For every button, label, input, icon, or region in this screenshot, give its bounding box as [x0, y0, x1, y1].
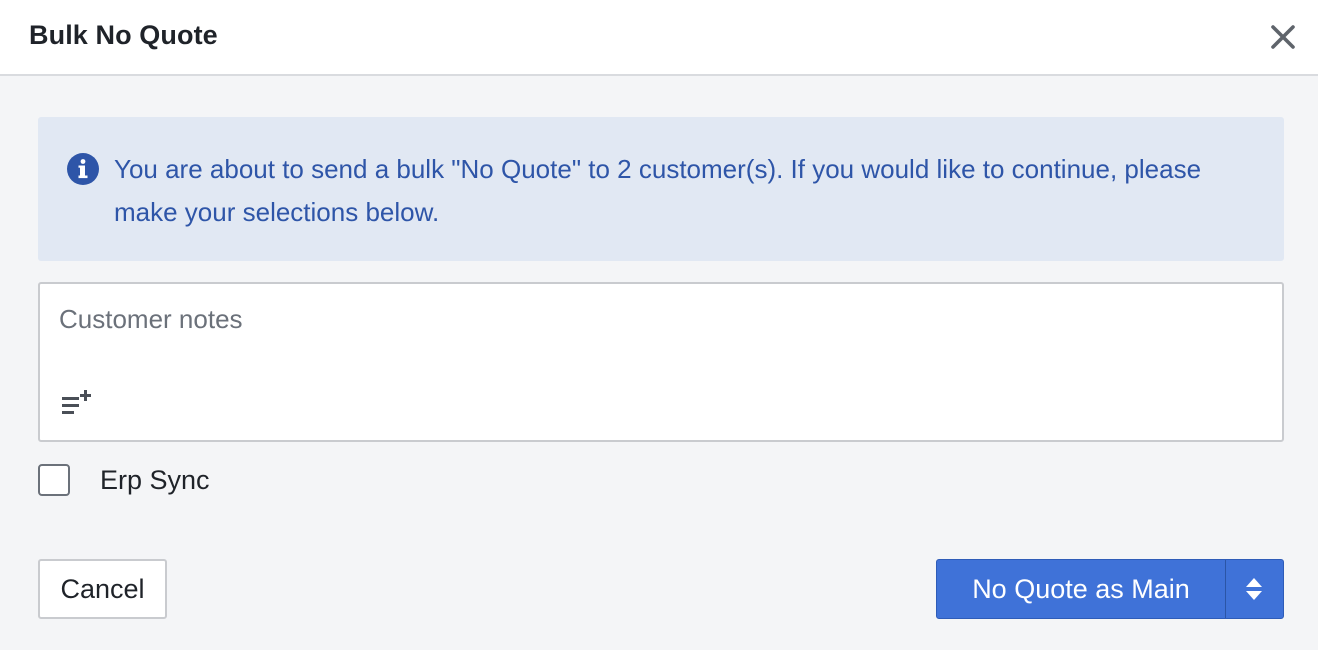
customer-notes-field[interactable]: Customer notes [38, 282, 1284, 442]
info-message: You are about to send a bulk "No Quote" … [114, 154, 1202, 227]
split-button-toggle[interactable] [1226, 560, 1283, 618]
erp-sync-checkbox[interactable] [38, 464, 70, 496]
list-add-icon [62, 390, 91, 414]
no-quote-split-button: No Quote as Main [936, 559, 1284, 619]
cancel-button[interactable]: Cancel [38, 559, 167, 619]
info-icon [67, 153, 99, 185]
close-icon [1271, 25, 1295, 49]
dialog-header: Bulk No Quote [0, 0, 1318, 76]
no-quote-as-main-button[interactable]: No Quote as Main [937, 560, 1225, 618]
sort-arrows-icon [1246, 578, 1262, 600]
bulk-no-quote-dialog: Bulk No Quote You are about to send a bu… [0, 0, 1318, 650]
customer-notes-placeholder: Customer notes [59, 304, 243, 334]
info-banner: You are about to send a bulk "No Quote" … [38, 117, 1284, 261]
erp-sync-label[interactable]: Erp Sync [100, 465, 210, 496]
dialog-title: Bulk No Quote [29, 20, 218, 50]
close-button[interactable] [1268, 22, 1298, 52]
add-note-button[interactable] [60, 390, 94, 418]
